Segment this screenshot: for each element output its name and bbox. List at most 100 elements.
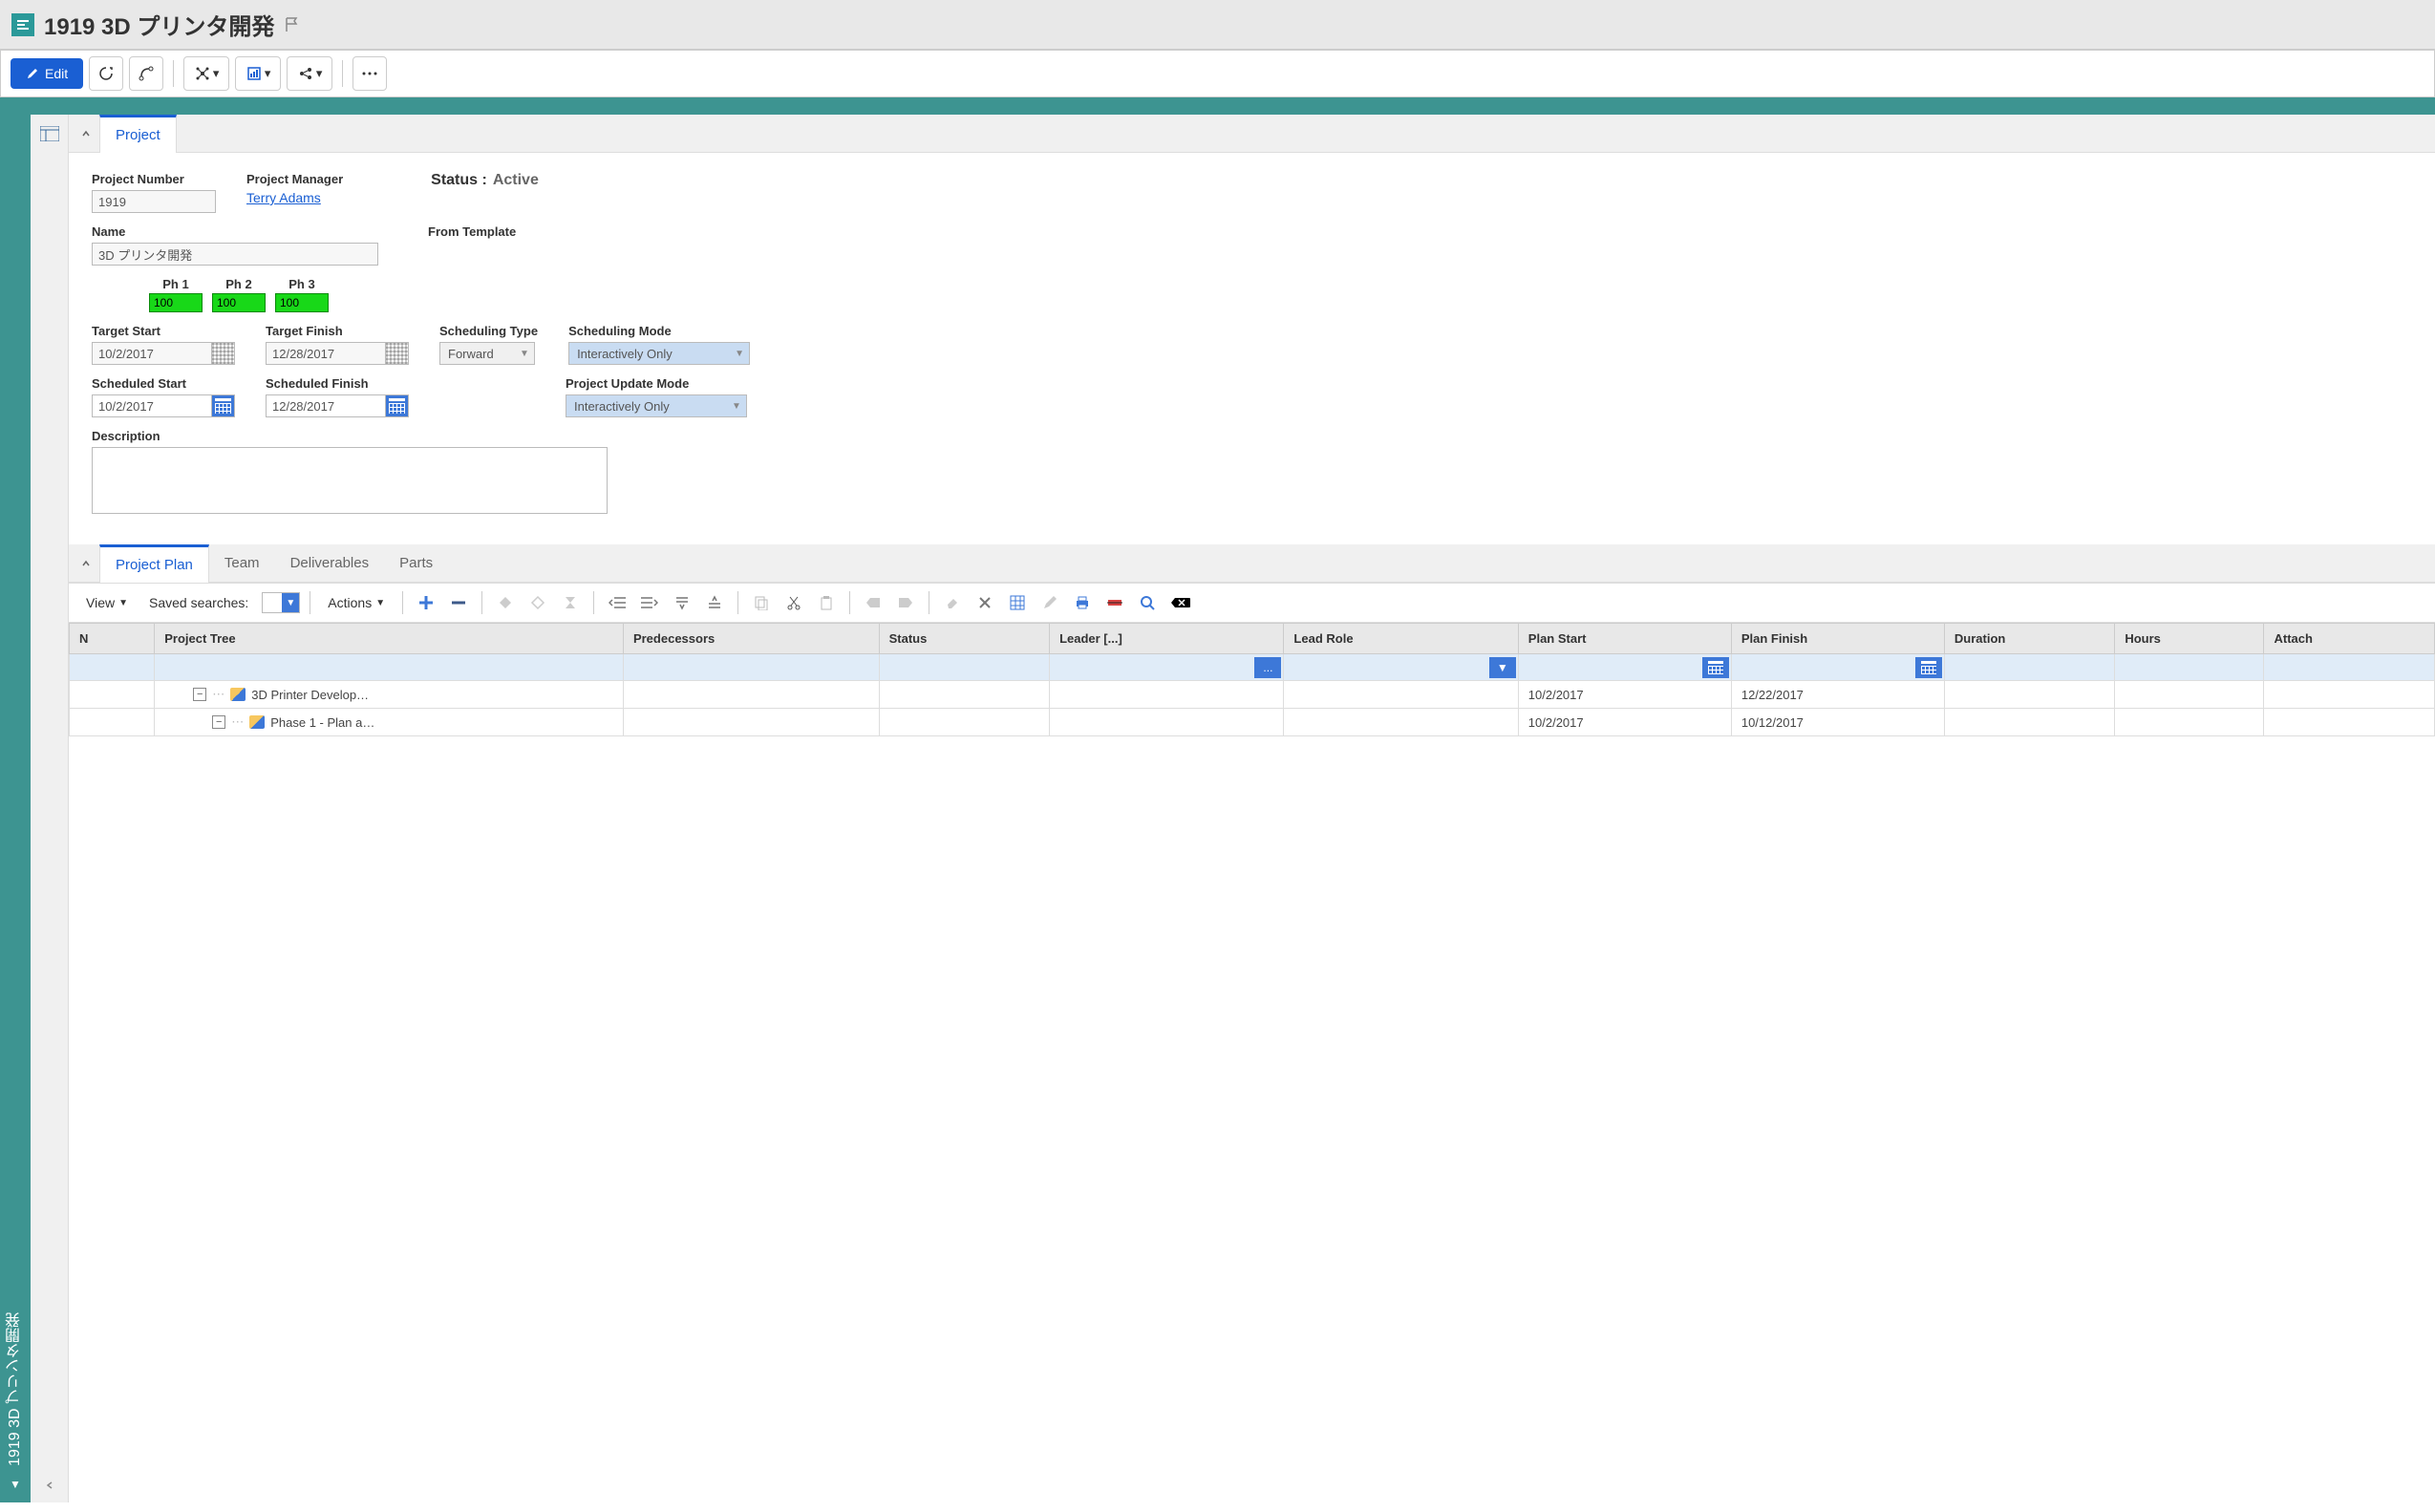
target-finish-label: Target Finish bbox=[266, 324, 409, 338]
calendar-icon[interactable] bbox=[1915, 657, 1942, 678]
project-number-input[interactable] bbox=[92, 190, 216, 213]
target-finish-input[interactable] bbox=[266, 342, 386, 365]
tab-project-plan[interactable]: Project Plan bbox=[99, 544, 209, 583]
description-textarea[interactable] bbox=[92, 447, 608, 514]
ellipsis-icon[interactable]: ... bbox=[1254, 657, 1281, 678]
paste-icon[interactable] bbox=[813, 589, 840, 616]
saved-searches-label: Saved searches: bbox=[141, 591, 256, 614]
calendar-icon[interactable] bbox=[212, 394, 235, 417]
row-plan-finish: 12/22/2017 bbox=[1731, 681, 1944, 709]
table-row[interactable]: − ⋯ Phase 1 - Plan a… 10/2/2017 10/12/20… bbox=[70, 709, 2435, 736]
add-icon[interactable] bbox=[413, 589, 439, 616]
more-button[interactable] bbox=[352, 56, 387, 91]
outdent-icon[interactable] bbox=[604, 589, 630, 616]
flag-icon[interactable] bbox=[284, 16, 301, 33]
branch-button[interactable] bbox=[129, 56, 163, 91]
diamond-outline-icon[interactable] bbox=[524, 589, 551, 616]
tag-right-icon[interactable] bbox=[892, 589, 919, 616]
filter-cell[interactable] bbox=[70, 654, 155, 681]
actions-menu[interactable]: Actions ▼ bbox=[320, 591, 393, 614]
refresh-button[interactable] bbox=[89, 56, 123, 91]
saved-searches-select[interactable]: ▼ bbox=[262, 592, 300, 613]
filter-cell[interactable]: ... bbox=[1050, 654, 1284, 681]
share-dropdown-button[interactable]: ▾ bbox=[287, 56, 332, 91]
delete-tag-icon[interactable] bbox=[1166, 589, 1193, 616]
filter-cell[interactable] bbox=[2264, 654, 2435, 681]
filter-cell[interactable] bbox=[879, 654, 1049, 681]
filter-cell[interactable] bbox=[1731, 654, 1944, 681]
project-update-mode-select[interactable]: Interactively Only ▼ bbox=[566, 394, 747, 417]
tab-team[interactable]: Team bbox=[209, 545, 275, 581]
phase-2-value: 100 bbox=[212, 293, 266, 312]
col-lead-role[interactable]: Lead Role bbox=[1284, 624, 1518, 654]
col-attach[interactable]: Attach bbox=[2264, 624, 2435, 654]
filter-cell[interactable] bbox=[1518, 654, 1731, 681]
chevron-down-icon: ▼ bbox=[118, 598, 128, 608]
view-menu[interactable]: View ▼ bbox=[78, 591, 136, 614]
report-dropdown-button[interactable]: ▾ bbox=[235, 56, 281, 91]
grid-view-icon[interactable] bbox=[1004, 589, 1031, 616]
chevron-down-icon[interactable]: ▼ bbox=[1489, 657, 1516, 678]
toolbar-separator bbox=[173, 60, 174, 87]
project-form-panel: Project Number Project Manager Terry Ada… bbox=[69, 153, 2435, 544]
project-update-mode-label: Project Update Mode bbox=[566, 376, 747, 391]
edit-button[interactable]: Edit bbox=[11, 58, 83, 89]
copy-icon[interactable] bbox=[748, 589, 775, 616]
calendar-icon[interactable] bbox=[212, 342, 235, 365]
clear-format-icon[interactable] bbox=[1101, 589, 1128, 616]
filter-cell[interactable]: ▼ bbox=[1284, 654, 1518, 681]
calendar-icon[interactable] bbox=[386, 342, 409, 365]
hourglass-icon[interactable] bbox=[557, 589, 584, 616]
tab-deliverables[interactable]: Deliverables bbox=[275, 545, 385, 581]
scheduled-finish-input[interactable] bbox=[266, 394, 386, 417]
col-n[interactable]: N bbox=[70, 624, 155, 654]
filter-cell[interactable] bbox=[1944, 654, 2114, 681]
project-manager-link[interactable]: Terry Adams bbox=[246, 190, 343, 205]
folder-icon bbox=[249, 715, 265, 729]
move-down-icon[interactable] bbox=[669, 589, 695, 616]
filter-cell[interactable] bbox=[623, 654, 879, 681]
print-icon[interactable] bbox=[1069, 589, 1096, 616]
project-number-label: Project Number bbox=[92, 172, 216, 186]
close-x-icon[interactable] bbox=[972, 589, 998, 616]
tree-collapse-toggle[interactable]: − bbox=[193, 688, 206, 701]
col-plan-start[interactable]: Plan Start bbox=[1518, 624, 1731, 654]
col-predecessors[interactable]: Predecessors bbox=[623, 624, 879, 654]
move-up-icon[interactable] bbox=[701, 589, 728, 616]
tab-parts[interactable]: Parts bbox=[384, 545, 448, 581]
edit-button-label: Edit bbox=[45, 66, 68, 81]
diamond-filled-icon[interactable] bbox=[492, 589, 519, 616]
col-plan-finish[interactable]: Plan Finish bbox=[1731, 624, 1944, 654]
tab-collapse-chevron-icon[interactable] bbox=[73, 128, 99, 139]
col-status[interactable]: Status bbox=[879, 624, 1049, 654]
scheduled-start-input[interactable] bbox=[92, 394, 212, 417]
col-leader[interactable]: Leader [...] bbox=[1050, 624, 1284, 654]
col-duration[interactable]: Duration bbox=[1944, 624, 2114, 654]
tag-left-icon[interactable] bbox=[860, 589, 886, 616]
form-view-icon[interactable] bbox=[36, 122, 63, 145]
calendar-icon[interactable] bbox=[1702, 657, 1729, 678]
tree-collapse-toggle[interactable]: − bbox=[212, 715, 225, 729]
collapse-panel-icon[interactable] bbox=[36, 1474, 63, 1497]
tab-collapse-chevron-icon[interactable] bbox=[73, 558, 99, 569]
target-start-label: Target Start bbox=[92, 324, 235, 338]
col-project-tree[interactable]: Project Tree bbox=[155, 624, 624, 654]
filter-cell[interactable] bbox=[2115, 654, 2264, 681]
remove-icon[interactable] bbox=[445, 589, 472, 616]
calendar-icon[interactable] bbox=[386, 394, 409, 417]
col-hours[interactable]: Hours bbox=[2115, 624, 2264, 654]
vertical-tab[interactable]: 1919 3D プリンタ開発 ▼ bbox=[0, 115, 31, 1502]
eraser-icon[interactable] bbox=[939, 589, 966, 616]
network-dropdown-button[interactable]: ▾ bbox=[183, 56, 229, 91]
indent-icon[interactable] bbox=[636, 589, 663, 616]
cut-icon[interactable] bbox=[780, 589, 807, 616]
table-row[interactable]: − ⋯ 3D Printer Develop… 10/2/2017 12/22/… bbox=[70, 681, 2435, 709]
tab-project[interactable]: Project bbox=[99, 115, 177, 153]
filter-cell[interactable] bbox=[155, 654, 624, 681]
search-icon[interactable] bbox=[1134, 589, 1161, 616]
scheduling-mode-select[interactable]: Interactively Only ▼ bbox=[568, 342, 750, 365]
target-start-input[interactable] bbox=[92, 342, 212, 365]
edit-pencil-icon[interactable] bbox=[1036, 589, 1063, 616]
scheduling-type-select[interactable]: Forward ▼ bbox=[439, 342, 535, 365]
name-input[interactable] bbox=[92, 243, 378, 266]
